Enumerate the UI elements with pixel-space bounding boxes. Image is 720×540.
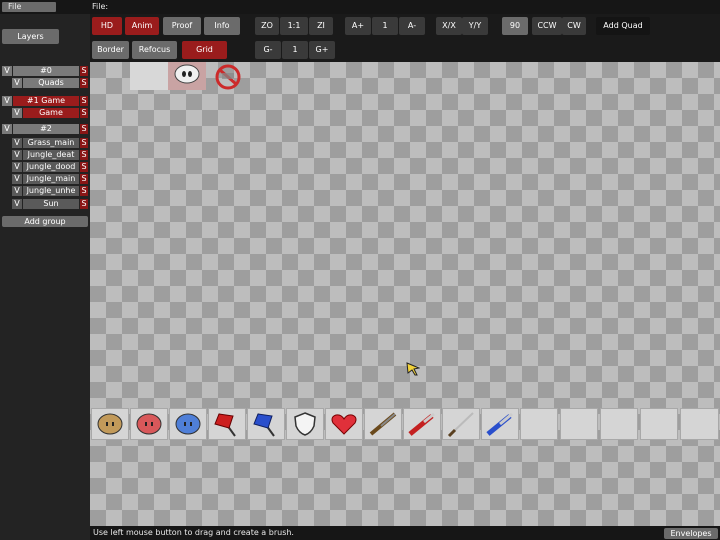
refocus-button[interactable]: Refocus (132, 41, 177, 59)
group-name[interactable]: #0 (13, 66, 79, 76)
layer-name[interactable]: Quads (23, 78, 79, 88)
flip-y-button[interactable]: Y/Y (462, 17, 488, 35)
status-bar: Use left mouse button to drag and create… (90, 526, 720, 540)
blue-flag-icon[interactable] (247, 408, 285, 440)
group-visibility-toggle[interactable]: V (2, 96, 12, 106)
heart-icon[interactable] (325, 408, 363, 440)
layer-name[interactable]: Sun (23, 199, 79, 209)
zoom-reset-button[interactable]: 1:1 (280, 17, 308, 35)
group-solo-button[interactable]: S (80, 96, 88, 106)
red-flag-icon[interactable] (208, 408, 246, 440)
katana-icon[interactable] (442, 408, 480, 440)
layer-row-quads[interactable]: V Quads S (12, 78, 88, 88)
empty-slot[interactable] (520, 408, 558, 440)
group-name[interactable]: #1 Game (13, 96, 79, 106)
layer-visibility-toggle[interactable]: V (12, 150, 22, 160)
layers-panel (0, 14, 90, 540)
rotation-value[interactable]: 90 (502, 17, 528, 35)
anim-speed-value: 1 (372, 17, 398, 35)
grid-increase-button[interactable]: G+ (309, 41, 335, 59)
no-entry-icon (208, 62, 248, 90)
anim-speed-up-button[interactable]: A+ (345, 17, 371, 35)
group-visibility-toggle[interactable]: V (2, 124, 12, 134)
tee-eyes-icon (174, 64, 200, 84)
layer-row-game[interactable]: V Game S (12, 108, 88, 118)
tee-brown-icon[interactable] (91, 408, 129, 440)
laser-rifle-icon[interactable] (481, 408, 519, 440)
hd-toggle-button[interactable]: HD (92, 17, 122, 35)
layer-solo-button[interactable]: S (80, 174, 88, 184)
layer-row-jungle-main[interactable]: V Jungle_main S (12, 174, 88, 184)
tee-blue-icon[interactable] (169, 408, 207, 440)
grid-size-value: 1 (282, 41, 308, 59)
layer-visibility-toggle[interactable]: V (12, 174, 22, 184)
cursor-arrow-icon (406, 362, 420, 376)
layer-row-sun[interactable]: V Sun S (12, 199, 88, 209)
empty-slot[interactable] (640, 408, 678, 440)
layer-solo-button[interactable]: S (80, 199, 88, 209)
quad-selected (168, 62, 206, 90)
layer-name[interactable]: Jungle_main (23, 174, 79, 184)
layer-solo-button[interactable]: S (80, 78, 88, 88)
grid-decrease-button[interactable]: G- (255, 41, 281, 59)
proof-toggle-button[interactable]: Proof (163, 17, 201, 35)
grid-toggle-button[interactable]: Grid (182, 41, 227, 59)
layer-row-jungle-dood[interactable]: V Jungle_dood S (12, 162, 88, 172)
layer-visibility-toggle[interactable]: V (12, 138, 22, 148)
status-message: Use left mouse button to drag and create… (93, 528, 294, 537)
empty-slot[interactable] (600, 408, 638, 440)
quad-blank (130, 62, 168, 90)
add-quad-button[interactable]: Add Quad (596, 17, 650, 35)
menu-bar: File File: (0, 0, 720, 14)
empty-slot[interactable] (560, 408, 598, 440)
layer-visibility-toggle[interactable]: V (12, 186, 22, 196)
layer-solo-button[interactable]: S (80, 150, 88, 160)
zoom-in-button[interactable]: ZI (309, 17, 333, 35)
group-solo-button[interactable]: S (80, 124, 88, 134)
layer-row-jungle-deat[interactable]: V Jungle_deat S (12, 150, 88, 160)
layer-solo-button[interactable]: S (80, 186, 88, 196)
armor-icon[interactable] (286, 408, 324, 440)
border-button[interactable]: Border (92, 41, 129, 59)
layer-visibility-toggle[interactable]: V (12, 162, 22, 172)
shotgun-icon[interactable] (364, 408, 402, 440)
layer-solo-button[interactable]: S (80, 138, 88, 148)
layer-name[interactable]: Jungle_deat (23, 150, 79, 160)
group-solo-button[interactable]: S (80, 66, 88, 76)
file-path-label: File: (92, 2, 109, 11)
layer-visibility-toggle[interactable]: V (12, 78, 22, 88)
file-menu-button[interactable]: File (2, 2, 56, 12)
tee-red-icon[interactable] (130, 408, 168, 440)
map-canvas[interactable] (90, 62, 720, 526)
layer-solo-button[interactable]: S (80, 108, 88, 118)
brush-item-strip (90, 408, 720, 440)
group-row-0[interactable]: V #0 S (2, 66, 88, 76)
layer-name[interactable]: Jungle_unhe (23, 186, 79, 196)
group-row-2[interactable]: V #2 S (2, 124, 88, 134)
info-toggle-button[interactable]: Info (204, 17, 240, 35)
anim-speed-down-button[interactable]: A- (399, 17, 425, 35)
layer-name[interactable]: Grass_main (23, 138, 79, 148)
envelopes-button[interactable]: Envelopes (664, 528, 718, 539)
anim-toggle-button[interactable]: Anim (125, 17, 159, 35)
layer-visibility-toggle[interactable]: V (12, 199, 22, 209)
group-visibility-toggle[interactable]: V (2, 66, 12, 76)
grenade-launcher-icon[interactable] (403, 408, 441, 440)
quad-preview (130, 62, 248, 90)
empty-slot[interactable] (680, 408, 719, 440)
layer-name[interactable]: Game (23, 108, 79, 118)
zoom-out-button[interactable]: ZO (255, 17, 279, 35)
layer-name[interactable]: Jungle_dood (23, 162, 79, 172)
layer-solo-button[interactable]: S (80, 162, 88, 172)
layer-row-jungle-unhe[interactable]: V Jungle_unhe S (12, 186, 88, 196)
rotate-ccw-button[interactable]: CCW (532, 17, 562, 35)
group-name[interactable]: #2 (13, 124, 79, 134)
flip-x-button[interactable]: X/X (436, 17, 462, 35)
layer-visibility-toggle[interactable]: V (12, 108, 22, 118)
layer-row-grass-main[interactable]: V Grass_main S (12, 138, 88, 148)
group-row-1[interactable]: V #1 Game S (2, 96, 88, 106)
rotate-cw-button[interactable]: CW (562, 17, 586, 35)
layers-button[interactable]: Layers (2, 29, 59, 44)
add-group-button[interactable]: Add group (2, 216, 88, 227)
